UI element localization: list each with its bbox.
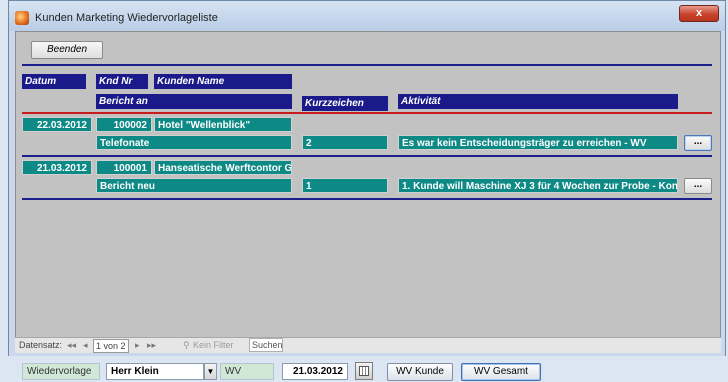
record-kurzzeichen[interactable]: 1 <box>302 178 388 193</box>
record-aktivitaet[interactable]: 1. Kunde will Maschine XJ 3 für 4 Wochen… <box>398 178 678 193</box>
record-kurzzeichen[interactable]: 2 <box>302 135 388 150</box>
prev-record-icon[interactable]: ◂ <box>83 340 88 351</box>
last-record-icon[interactable]: ▸▸ <box>147 340 156 351</box>
record-separator <box>22 155 712 157</box>
record-bericht[interactable]: Telefonate <box>96 135 292 150</box>
divider <box>22 64 712 66</box>
window-title: Kunden Marketing Wiedervorlageliste <box>35 12 218 24</box>
bottom-controls: Wiedervorlage Herr Klein ▼ WV Datum 21.0… <box>0 356 728 382</box>
record-separator <box>22 198 712 200</box>
datensatz-label: Datensatz: <box>19 340 63 350</box>
next-record-icon[interactable]: ▸ <box>135 340 140 351</box>
record-navigation: Datensatz: ◂◂ ◂ 1 von 2 ▸ ▸▸ ⚲ Kein Filt… <box>15 337 721 353</box>
wv-datum-field[interactable]: 21.03.2012 <box>282 363 348 380</box>
wv-kunde-button[interactable]: WV Kunde <box>387 363 453 381</box>
record-kndnr[interactable]: 100002 <box>96 117 152 132</box>
details-button[interactable]: ... <box>684 135 712 151</box>
wiedervorlage-select[interactable]: Herr Klein <box>106 363 204 380</box>
first-record-icon[interactable]: ◂◂ <box>67 340 76 351</box>
main-window: Kunden Marketing Wiedervorlageliste x Be… <box>8 0 726 360</box>
record-kundenname[interactable]: Hotel "Wellenblick" <box>154 117 292 132</box>
current-record[interactable]: 1 von 2 <box>93 339 129 353</box>
header-aktivitaet: Aktivität <box>398 94 678 109</box>
record-aktivitaet[interactable]: Es war kein Entscheidungsträger zu errei… <box>398 135 678 150</box>
chevron-down-icon[interactable]: ▼ <box>204 363 217 380</box>
calendar-icon[interactable] <box>355 362 373 380</box>
record-bericht[interactable]: Bericht neu <box>96 178 292 193</box>
wiedervorlage-label: Wiedervorlage <box>22 363 100 380</box>
record-kndnr[interactable]: 100001 <box>96 160 152 175</box>
app-icon <box>15 11 29 25</box>
search-input[interactable]: Suchen <box>249 338 283 352</box>
beenden-button[interactable]: Beenden <box>31 41 103 59</box>
details-button[interactable]: ... <box>684 178 712 194</box>
header-kurzzeichen: Kurzzeichen <box>302 96 388 111</box>
filter-icon: ⚲ <box>183 340 190 350</box>
title-bar[interactable]: Kunden Marketing Wiedervorlageliste x <box>9 1 725 31</box>
record-datum[interactable]: 22.03.2012 <box>22 117 92 132</box>
header-bericht-an: Bericht an <box>96 94 292 109</box>
header-kndnr: Knd Nr <box>96 74 148 89</box>
wv-datum-label: WV Datum <box>220 363 274 382</box>
header-datum: Datum <box>22 74 86 89</box>
record-kundenname[interactable]: Hanseatische Werftcontor Gn <box>154 160 292 175</box>
record-datum[interactable]: 21.03.2012 <box>22 160 92 175</box>
header-separator <box>22 112 712 114</box>
header-kundenname: Kunden Name <box>154 74 292 89</box>
form-area: Beenden Datum Knd Nr Kunden Name Bericht… <box>15 31 721 351</box>
close-button[interactable]: x <box>679 5 719 22</box>
wv-gesamt-button[interactable]: WV Gesamt <box>461 363 541 381</box>
no-filter-label[interactable]: Kein Filter <box>193 340 234 350</box>
